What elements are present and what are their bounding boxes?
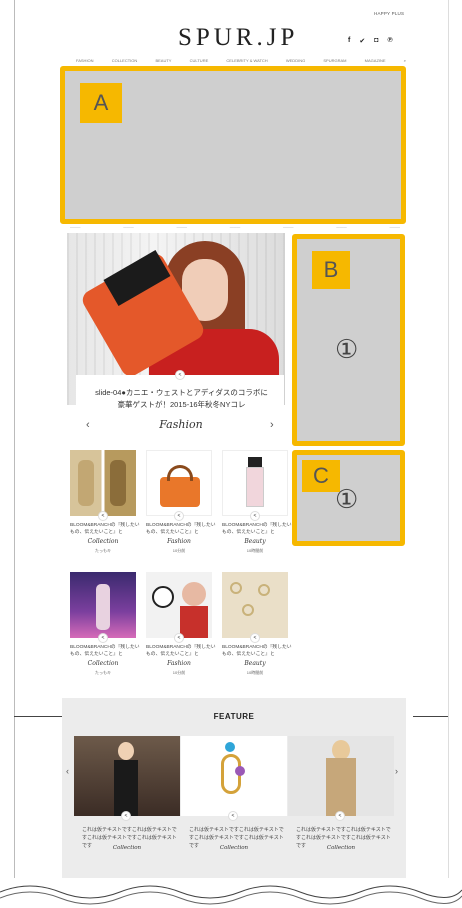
slot-label-b: B — [312, 251, 350, 289]
instagram-icon[interactable]: ◘ — [374, 37, 378, 45]
share-icon[interactable]: < — [228, 811, 238, 821]
share-icon[interactable]: < — [250, 511, 260, 521]
site-logo[interactable]: SPUR.JP — [178, 24, 298, 52]
subnav-item[interactable]: ——— — [123, 225, 134, 231]
share-icon[interactable]: < — [121, 811, 131, 821]
ad-slot-a: A — [60, 66, 406, 224]
article-thumbnail — [70, 450, 136, 516]
hero-caption-card[interactable]: < slide-04●カニエ・ウェストとアディダスのコラボに豪華ゲストが！201… — [76, 370, 284, 443]
subnav-item[interactable]: ——— — [177, 225, 188, 231]
share-icon[interactable]: < — [335, 811, 345, 821]
article-author: たっもキ — [95, 548, 111, 553]
nav-item-collection[interactable]: COLLECTION — [112, 58, 138, 66]
article-thumbnail — [146, 572, 212, 638]
slot-label-a: A — [80, 83, 122, 123]
article-thumbnail — [222, 572, 288, 638]
article-title: BLOOM&BRANCHの『残したいもの、伝えたいこと』と — [146, 645, 216, 657]
ad-slot-b: B ① — [292, 234, 405, 446]
happy-plus-link[interactable]: HAPPY PLUS — [374, 11, 404, 16]
sub-nav: ——— ——— ——— ——— ——— ——— ——— — [70, 225, 400, 231]
article-author: たっもキ — [95, 670, 111, 675]
search-icon[interactable]: ⌕ — [404, 58, 406, 66]
feature-thumbnail — [74, 736, 180, 816]
slider-prev-arrow[interactable]: ‹ — [86, 419, 90, 431]
hero-caption-text: slide-04●カニエ・ウェストとアディダスのコラボに豪華ゲストが！2015-… — [95, 388, 268, 409]
article-category: Collection — [87, 660, 119, 667]
feature-next-arrow[interactable]: › — [395, 766, 398, 776]
slider-next-arrow[interactable]: › — [270, 419, 274, 431]
hero-category: Fashion — [159, 418, 203, 431]
share-icon[interactable]: < — [250, 633, 260, 643]
nav-item-fashion[interactable]: FASHION — [76, 58, 94, 66]
article-category: Beauty — [244, 660, 266, 667]
article-author: 10時間前 — [246, 548, 264, 553]
article-thumbnail — [146, 450, 212, 516]
feature-thumbnail — [181, 736, 287, 816]
article-author: 10時間前 — [246, 670, 264, 675]
article-title: BLOOM&BRANCHの『残したいもの、伝えたいこと』と — [222, 523, 292, 535]
share-icon[interactable]: < — [174, 633, 184, 643]
article-category: Fashion — [167, 660, 191, 667]
article-title: BLOOM&BRANCHの『残したいもの、伝えたいこと』と — [70, 523, 140, 535]
nav-item-beauty[interactable]: BEAUTY — [155, 58, 171, 66]
feature-thumbnail — [288, 736, 394, 816]
facebook-icon[interactable]: f — [348, 37, 350, 45]
subnav-item[interactable]: ——— — [283, 225, 294, 231]
social-links: f ✔ ◘ ℗ — [348, 37, 393, 45]
feature-category: Collection — [326, 845, 356, 851]
article-category: Collection — [87, 538, 119, 545]
share-icon[interactable]: < — [98, 633, 108, 643]
feature-prev-arrow[interactable]: ‹ — [66, 766, 69, 776]
slot-number-b: ① — [335, 335, 359, 365]
subnav-item[interactable]: ——— — [70, 225, 81, 231]
feature-title: FEATURE — [213, 712, 255, 721]
article-thumbnail — [222, 450, 288, 516]
nav-item-wedding[interactable]: WEDDING — [286, 58, 305, 66]
article-author: 10分前 — [172, 548, 186, 553]
torn-edge-decoration — [0, 885, 462, 905]
nav-item-magazine[interactable]: MAGAZINE — [365, 58, 386, 66]
subnav-item[interactable]: ——— — [230, 225, 241, 231]
article-title: BLOOM&BRANCHの『残したいもの、伝えたいこと』と — [70, 645, 140, 657]
share-icon[interactable]: < — [174, 511, 184, 521]
article-category: Beauty — [244, 538, 266, 545]
feature-section: FEATURE ‹ › < これは仮テキストですこれは仮テキストですこれは仮テキ… — [62, 698, 406, 878]
main-nav: FASHION COLLECTION BEAUTY CULTURE CELEBR… — [76, 58, 406, 66]
share-icon[interactable]: < — [175, 370, 185, 380]
article-title: BLOOM&BRANCHの『残したいもの、伝えたいこと』と — [222, 645, 292, 657]
section-divider — [413, 716, 448, 717]
article-title: BLOOM&BRANCHの『残したいもの、伝えたいこと』と — [146, 523, 216, 535]
section-divider — [14, 716, 64, 717]
article-thumbnail — [70, 572, 136, 638]
nav-item-culture[interactable]: CULTURE — [190, 58, 209, 66]
feature-category: Collection — [219, 845, 249, 851]
article-author: 10分前 — [172, 670, 186, 675]
share-icon[interactable]: < — [98, 511, 108, 521]
nav-item-spurgram[interactable]: SPURGRAM — [323, 58, 346, 66]
pinterest-icon[interactable]: ℗ — [387, 37, 392, 45]
article-category: Fashion — [167, 538, 191, 545]
page-frame-left — [14, 0, 15, 878]
slot-number-c: ① — [335, 485, 359, 515]
ad-slot-c: C ① — [292, 450, 405, 546]
twitter-icon[interactable]: ✔ — [359, 37, 365, 45]
feature-category: Collection — [112, 845, 142, 851]
nav-item-celebrity[interactable]: CELEBRITY & WATCH — [226, 58, 267, 66]
subnav-item[interactable]: ——— — [390, 225, 401, 231]
page-frame-right — [448, 0, 449, 878]
subnav-item[interactable]: ——— — [336, 225, 347, 231]
